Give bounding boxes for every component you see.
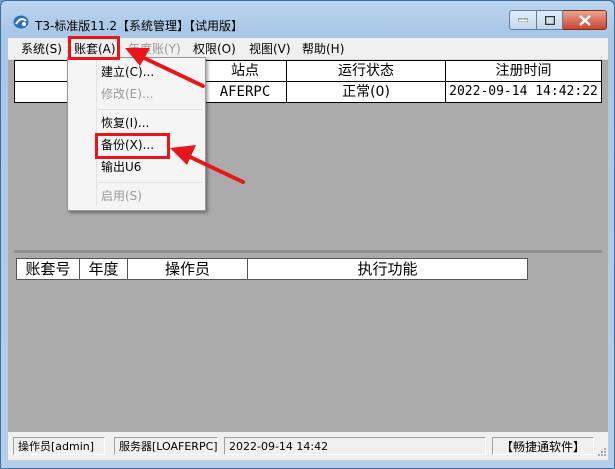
menu-system[interactable]: 系统(S) [21,41,62,57]
operator-column-header[interactable]: 操作员 [127,258,248,280]
minimize-button[interactable] [509,10,537,30]
maximize-icon [544,15,555,25]
menu-item-restore[interactable]: 恢复(I)... [101,112,149,134]
title-bar[interactable]: T3-标准版11.2【系统管理】【试用版】 [1,1,614,35]
register-time-column-header[interactable]: 注册时间 [445,60,602,82]
menu-icon-strip [70,60,97,206]
task-table: 账套号 年度 操作员 执行功能 [16,258,528,280]
menu-view[interactable]: 视图(V) [249,41,291,57]
status-datetime: 2022-09-14 14:42 [224,437,486,455]
highlight-account-menu [68,36,120,60]
resize-grip-icon[interactable] [597,447,607,457]
status-column-header[interactable]: 运行状态 [286,60,446,82]
menu-item-export-u6[interactable]: 输出U6 [101,156,141,178]
menu-year-account: 年度账(Y) [128,42,181,56]
status-server: 服务器[LOAFERPC] [114,437,218,455]
status-cell[interactable]: 正常(0) [286,81,446,103]
window-title: T3-标准版11.2【系统管理】【试用版】 [35,19,244,33]
status-bar: 操作员[admin] 服务器[LOAFERPC] 2022-09-14 14:4… [8,432,608,460]
pane-splitter[interactable] [14,250,602,253]
menu-permissions[interactable]: 权限(O) [193,41,236,57]
account-no-column-header[interactable]: 账套号 [16,258,80,280]
site-column-header[interactable]: 站点 [203,60,287,82]
menu-separator [98,182,202,183]
register-time-cell[interactable]: 2022-09-14 14:42:22 [445,81,602,103]
menu-item-create[interactable]: 建立(C)... [101,61,154,83]
status-brand: 【畅捷通软件】 [492,437,594,455]
status-operator: 操作员[admin] [13,437,105,455]
app-logo-icon [13,15,29,29]
year-column-header[interactable]: 年度 [79,258,128,280]
menu-separator [98,109,202,110]
close-button[interactable] [563,10,607,30]
site-cell[interactable]: AFERPC [203,81,287,103]
highlight-backup-item [95,133,170,159]
close-icon [578,14,591,26]
maximize-button[interactable] [537,10,563,30]
function-column-header[interactable]: 执行功能 [247,258,528,280]
menu-item-modify: 修改(E)... [101,87,154,101]
menu-item-enable: 启用(S) [101,189,142,203]
menu-help[interactable]: 帮助(H) [302,41,344,57]
minimize-icon [518,18,528,22]
